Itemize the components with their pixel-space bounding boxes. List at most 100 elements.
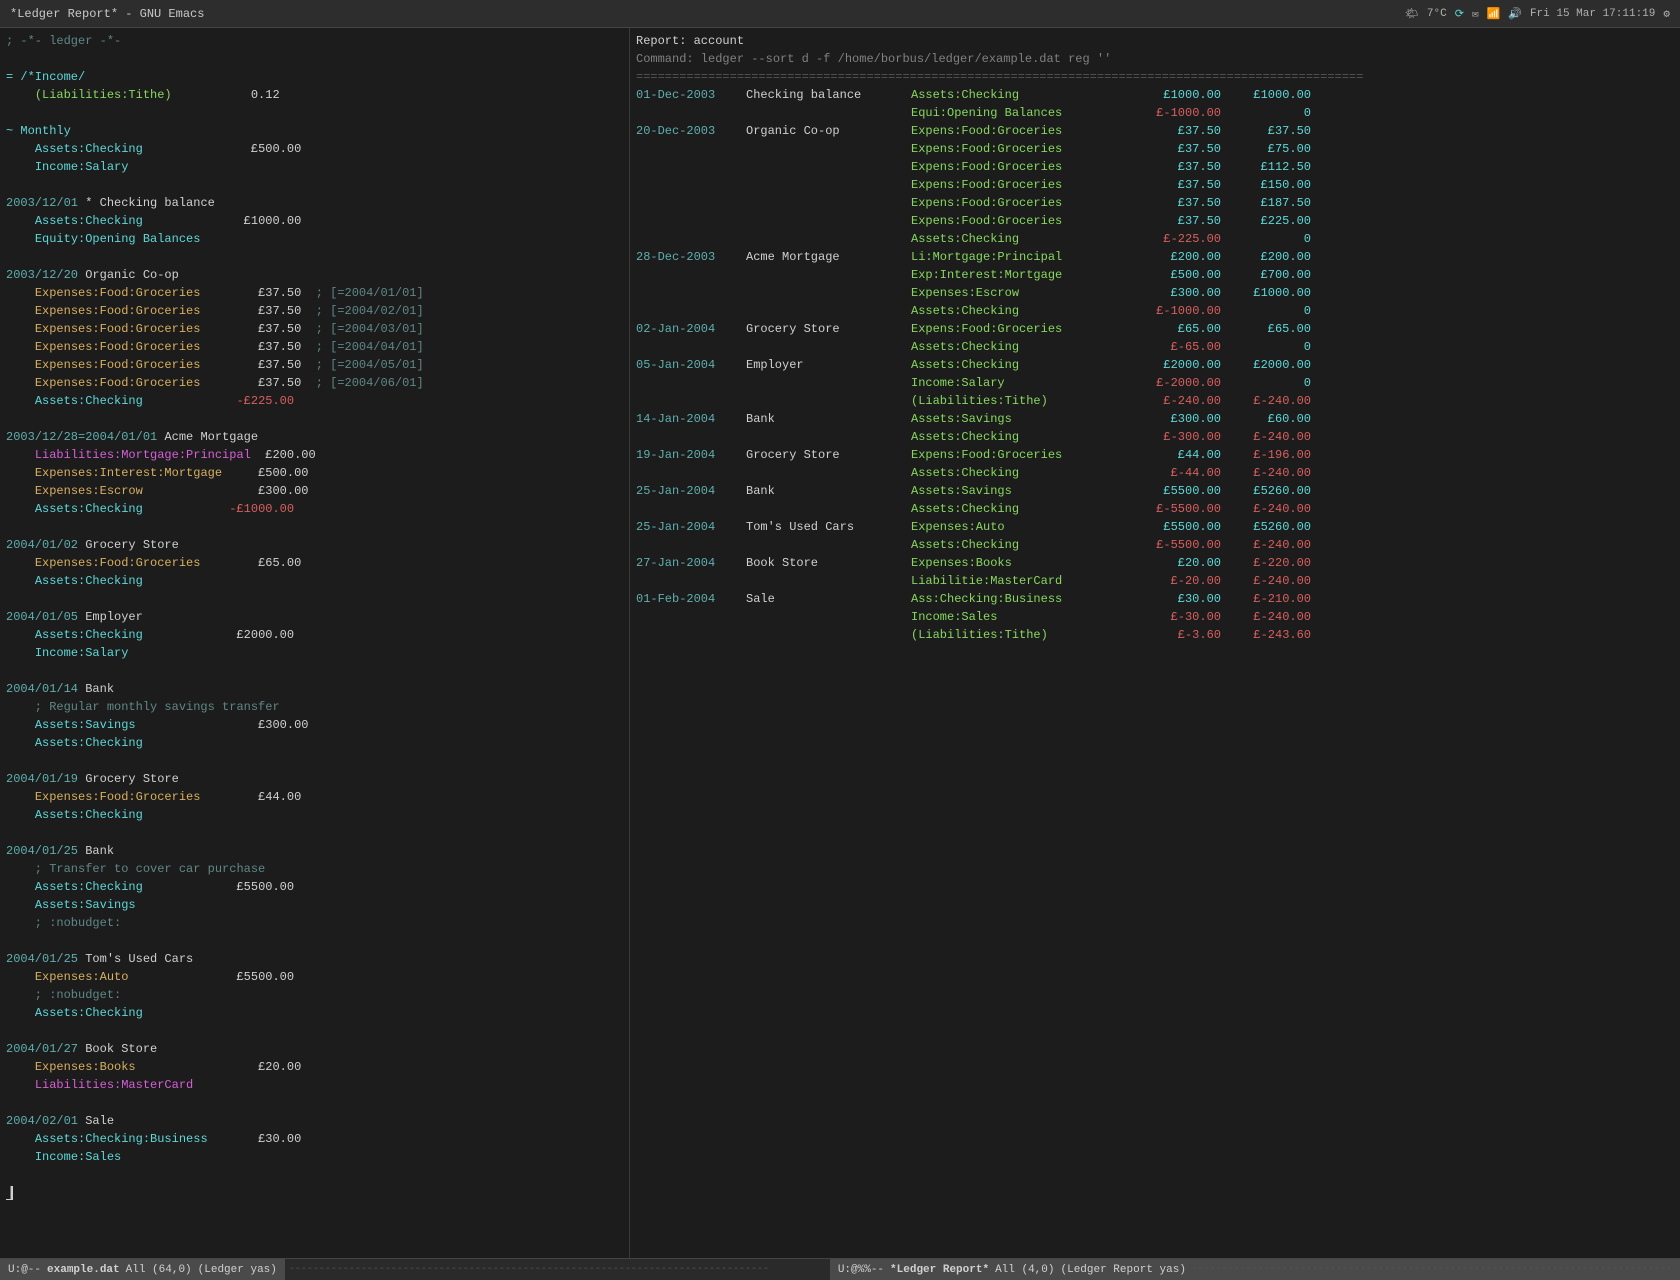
txn-2003-12-20-line7: Assets:Checking -£225.00 — [6, 392, 623, 410]
txn-2004-01-25-cars-header: 2004/01/25 Tom's Used Cars — [6, 950, 623, 968]
blank-line — [6, 1022, 623, 1040]
status-left: U:@-- example.dat All (64,0) (Ledger yas… — [0, 1259, 285, 1280]
report-row-4: Expens:Food:Groceries £37.50 £75.00 — [636, 140, 1674, 158]
txn-2003-12-28-line2: Expenses:Interest:Mortgage £500.00 — [6, 464, 623, 482]
right-mode: U:@%%-- — [838, 1264, 884, 1276]
txn-2004-01-27-line1: Expenses:Books £20.00 — [6, 1058, 623, 1076]
automated-txn-line1: (Liabilities:Tithe) 0.12 — [6, 86, 623, 104]
report-row-30: Income:Sales £-30.00 £-240.00 — [636, 608, 1674, 626]
system-tray: 🌤 7°C ⟳ ✉ 📶 🔊 Fri 15 Mar 17:11:19 ⚙ — [1405, 7, 1670, 21]
report-row-29: 01-Feb-2004 Sale Ass:Checking:Business £… — [636, 590, 1674, 608]
report-row-31: (Liabilities:Tithe) £-3.60 £-243.60 — [636, 626, 1674, 644]
report-row-15: Assets:Checking £-65.00 0 — [636, 338, 1674, 356]
report-row-11: Exp:Interest:Mortgage £500.00 £700.00 — [636, 266, 1674, 284]
status-right: U:@%%-- *Ledger Report* All (4,0) (Ledge… — [830, 1259, 1680, 1280]
blank-line — [6, 50, 623, 68]
blank-line — [6, 824, 623, 842]
status-separator: ----------------------------------------… — [285, 1259, 830, 1280]
txn-2004-02-01-header: 2004/02/01 Sale — [6, 1112, 623, 1130]
report-row-8: Expens:Food:Groceries £37.50 £225.00 — [636, 212, 1674, 230]
txn-2004-01-25-cars-line1: Expenses:Auto £5500.00 — [6, 968, 623, 986]
volume-icon[interactable]: 🔊 — [1508, 7, 1522, 21]
blank-line — [6, 752, 623, 770]
txn-2004-01-19-header: 2004/01/19 Grocery Store — [6, 770, 623, 788]
left-position: All (64,0) — [126, 1264, 192, 1276]
txn-2004-01-14-line2: Assets:Checking — [6, 734, 623, 752]
left-pane[interactable]: ; -*- ledger -*- = /*Income/ (Liabilitie… — [0, 28, 630, 1258]
blank-line — [6, 518, 623, 536]
main-content: ; -*- ledger -*- = /*Income/ (Liabilitie… — [0, 28, 1680, 1258]
report-row-10: 28-Dec-2003 Acme Mortgage Li:Mortgage:Pr… — [636, 248, 1674, 266]
txn-2004-01-25-bank-header: 2004/01/25 Bank — [6, 842, 623, 860]
right-mode2: (Ledger Report yas) — [1061, 1264, 1186, 1276]
txn-2004-01-27-line2: Liabilities:MasterCard — [6, 1076, 623, 1094]
txn-2004-01-25-bank-tag: ; :nobudget: — [6, 914, 623, 932]
txn-2004-01-05-line1: Assets:Checking £2000.00 — [6, 626, 623, 644]
ledger-comment: ; -*- ledger -*- — [6, 32, 623, 50]
txn-2004-02-01-line1: Assets:Checking:Business £30.00 — [6, 1130, 623, 1148]
right-filename: *Ledger Report* — [890, 1264, 989, 1276]
blank-line — [6, 410, 623, 428]
automated-txn-header: = /*Income/ — [6, 68, 623, 86]
txn-2003-12-01-line1: Assets:Checking £1000.00 — [6, 212, 623, 230]
report-row-12: Expenses:Escrow £300.00 £1000.00 — [636, 284, 1674, 302]
blank-line — [6, 662, 623, 680]
right-pane: Report: account Command: ledger --sort d… — [630, 28, 1680, 1258]
txn-2004-01-25-cars-tag: ; :nobudget: — [6, 986, 623, 1004]
report-row-1: 01-Dec-2003 Checking balance Assets:Chec… — [636, 86, 1674, 104]
periodic-header: ~ Monthly — [6, 122, 623, 140]
report-row-16: 05-Jan-2004 Employer Assets:Checking £20… — [636, 356, 1674, 374]
report-row-22: Assets:Checking £-44.00 £-240.00 — [636, 464, 1674, 482]
txn-2003-12-28-line3: Expenses:Escrow £300.00 — [6, 482, 623, 500]
txn-2004-01-27-header: 2004/01/27 Book Store — [6, 1040, 623, 1058]
txn-2004-01-25-bank-line2: Assets:Savings — [6, 896, 623, 914]
report-separator: ========================================… — [636, 68, 1674, 86]
report-row-20: Assets:Checking £-300.00 £-240.00 — [636, 428, 1674, 446]
right-position: All (4,0) — [995, 1264, 1054, 1276]
txn-2003-12-01-header: 2003/12/01 * Checking balance — [6, 194, 623, 212]
settings-icon[interactable]: ⚙ — [1663, 7, 1670, 21]
txn-2004-01-14-header: 2004/01/14 Bank — [6, 680, 623, 698]
weather-icon: 🌤 — [1405, 7, 1419, 21]
report-row-9: Assets:Checking £-225.00 0 — [636, 230, 1674, 248]
temperature: 7°C — [1427, 8, 1447, 20]
left-mode2: (Ledger yas) — [198, 1264, 277, 1276]
txn-2004-01-14-comment: ; Regular monthly savings transfer — [6, 698, 623, 716]
txn-2003-12-20-line1: Expenses:Food:Groceries £37.50 ; [=2004/… — [6, 284, 623, 302]
report-row-6: Expens:Food:Groceries £37.50 £150.00 — [636, 176, 1674, 194]
report-row-21: 19-Jan-2004 Grocery Store Expens:Food:Gr… — [636, 446, 1674, 464]
left-filename: example.dat — [47, 1264, 120, 1276]
report-row-14: 02-Jan-2004 Grocery Store Expens:Food:Gr… — [636, 320, 1674, 338]
periodic-line1: Assets:Checking £500.00 — [6, 140, 623, 158]
txn-2003-12-20-line5: Expenses:Food:Groceries £37.50 ; [=2004/… — [6, 356, 623, 374]
report-row-23: 25-Jan-2004 Bank Assets:Savings £5500.00… — [636, 482, 1674, 500]
status-bar: U:@-- example.dat All (64,0) (Ledger yas… — [0, 1258, 1680, 1280]
refresh-icon[interactable]: ⟳ — [1455, 7, 1464, 21]
txn-2003-12-20-header: 2003/12/20 Organic Co-op — [6, 266, 623, 284]
txn-2004-02-01-line2: Income:Sales — [6, 1148, 623, 1166]
txn-2004-01-02-line2: Assets:Checking — [6, 572, 623, 590]
blank-line — [6, 248, 623, 266]
window-title: *Ledger Report* - GNU Emacs — [10, 7, 204, 21]
clock: Fri 15 Mar 17:11:19 — [1530, 8, 1655, 20]
report-row-25: 25-Jan-2004 Tom's Used Cars Expenses:Aut… — [636, 518, 1674, 536]
txn-2003-12-20-line6: Expenses:Food:Groceries £37.50 ; [=2004/… — [6, 374, 623, 392]
periodic-line2: Income:Salary — [6, 158, 623, 176]
report-row-13: Assets:Checking £-1000.00 0 — [636, 302, 1674, 320]
report-row-26: Assets:Checking £-5500.00 £-240.00 — [636, 536, 1674, 554]
blank-line — [6, 176, 623, 194]
txn-2004-01-02-header: 2004/01/02 Grocery Store — [6, 536, 623, 554]
blank-line — [6, 932, 623, 950]
report-row-5: Expens:Food:Groceries £37.50 £112.50 — [636, 158, 1674, 176]
report-row-2: Equi:Opening Balances £-1000.00 0 — [636, 104, 1674, 122]
mail-icon[interactable]: ✉ — [1472, 7, 1479, 21]
title-bar: *Ledger Report* - GNU Emacs 🌤 7°C ⟳ ✉ 📶 … — [0, 0, 1680, 28]
txn-2004-01-25-cars-line2: Assets:Checking — [6, 1004, 623, 1022]
txn-2004-01-05-line2: Income:Salary — [6, 644, 623, 662]
txn-2004-01-25-bank-line1: Assets:Checking £5500.00 — [6, 878, 623, 896]
txn-2003-12-28-header: 2003/12/28=2004/01/01 Acme Mortgage — [6, 428, 623, 446]
report-row-24: Assets:Checking £-5500.00 £-240.00 — [636, 500, 1674, 518]
report-row-17: Income:Salary £-2000.00 0 — [636, 374, 1674, 392]
txn-2004-01-05-header: 2004/01/05 Employer — [6, 608, 623, 626]
report-row-27: 27-Jan-2004 Book Store Expenses:Books £2… — [636, 554, 1674, 572]
